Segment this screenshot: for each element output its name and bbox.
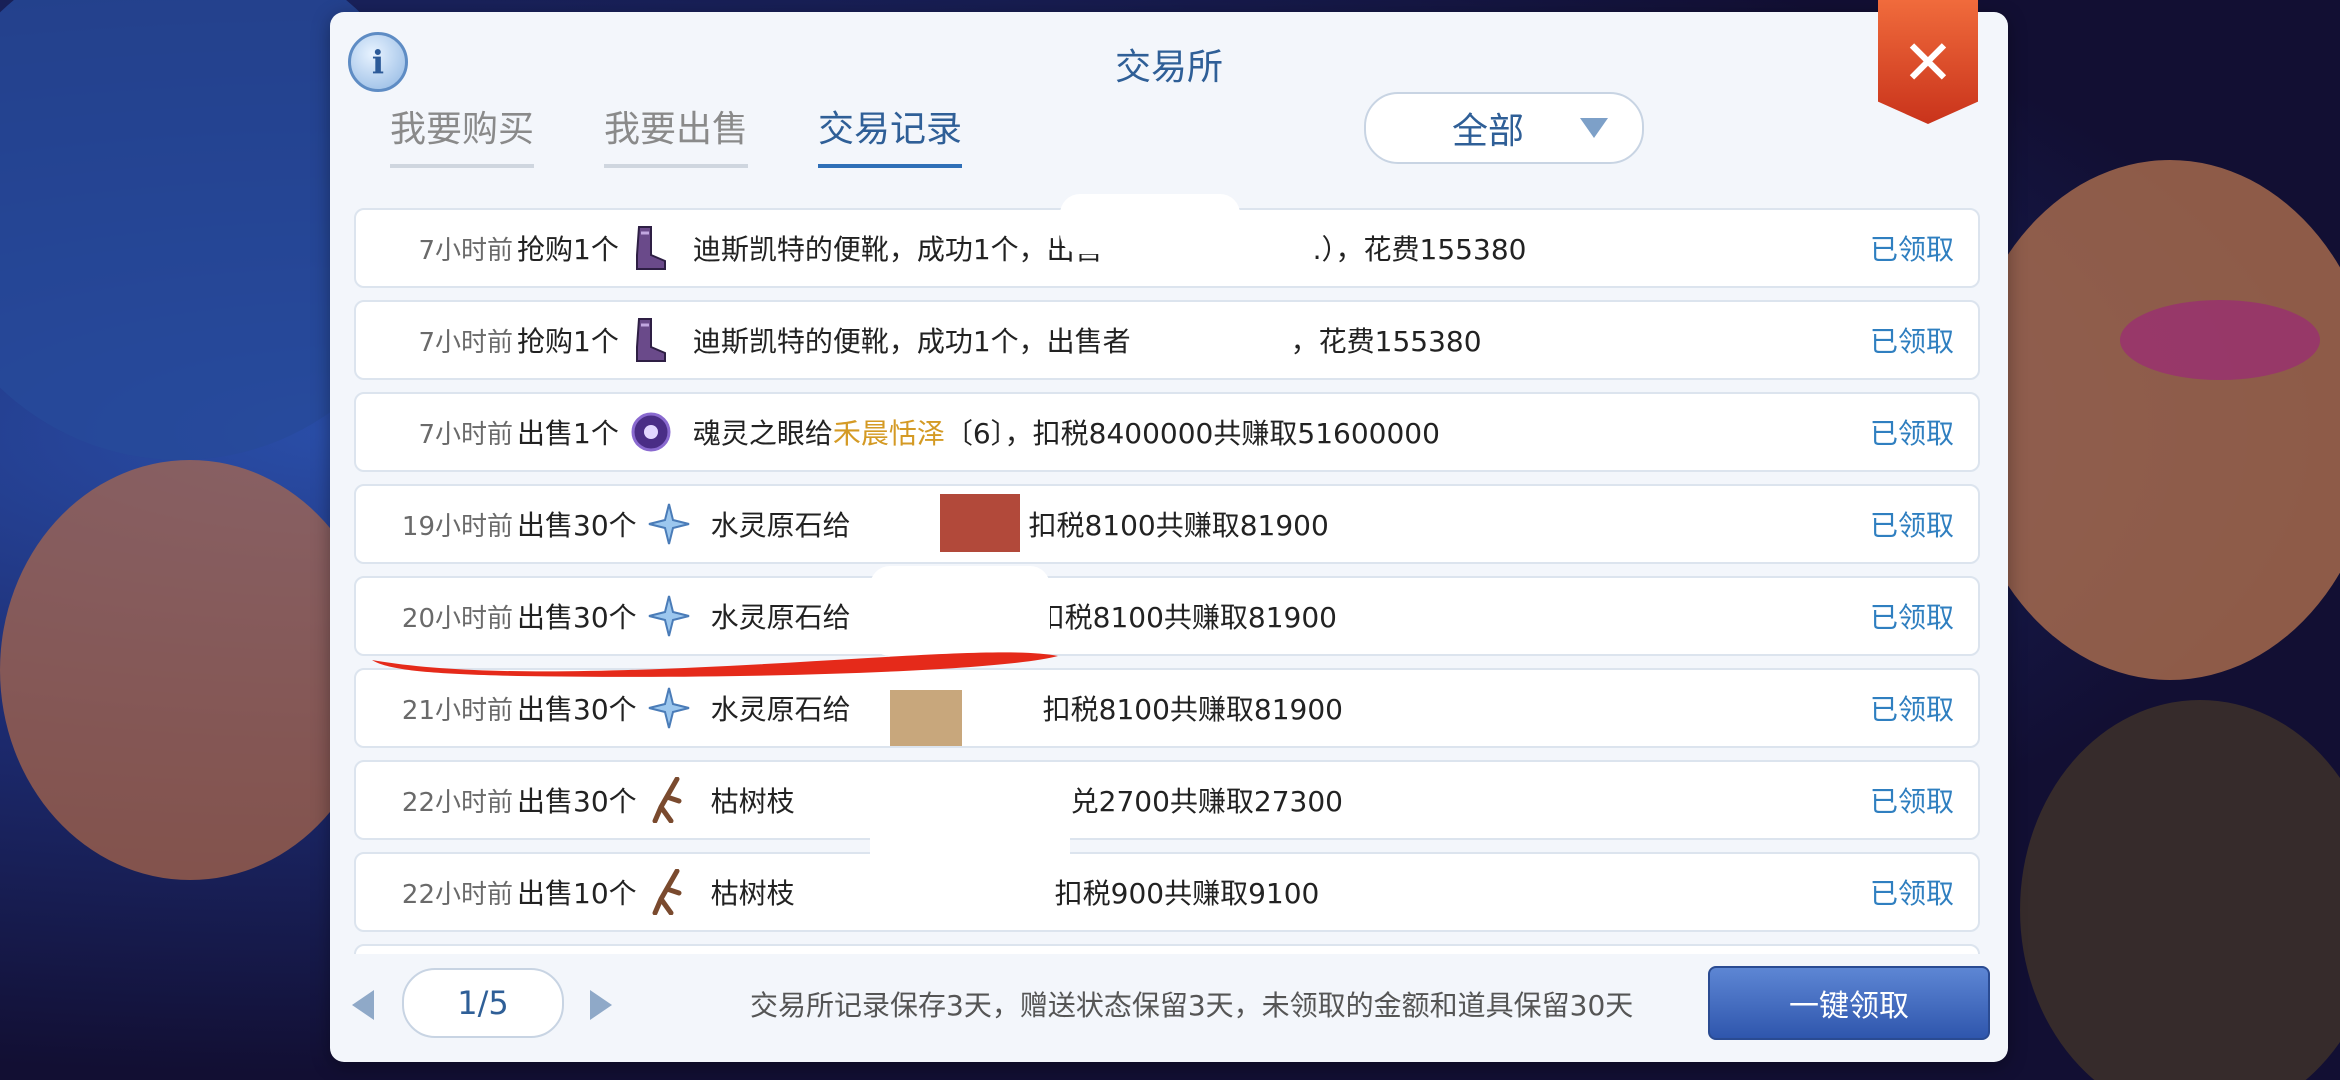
record-action: 抢购1个 <box>517 233 619 266</box>
record-message: 水灵原石给 <box>710 509 851 542</box>
redaction-mark <box>1060 194 1240 254</box>
tab-bar: 我要购买 我要出售 交易记录 <box>390 100 963 168</box>
record-message: 迪斯凯特的便靴，成功1个，出售者 <box>692 325 1131 358</box>
dialog-title: 交易所 <box>1114 47 1223 88</box>
record-message: 迪斯凯特的便靴，成功1个，出售 <box>692 233 1103 266</box>
record-action: 出售10个 <box>517 877 637 910</box>
buyer-name[interactable]: 禾晨恬泽 <box>833 412 945 452</box>
next-page-icon[interactable] <box>590 990 612 1020</box>
filter-value: 全部 <box>1451 111 1524 152</box>
redaction-mark <box>940 494 1020 552</box>
list-item: 19小时前 出售30个 水灵原石给 1〕，扣税8100共赚取81900 已领取 <box>354 484 1980 564</box>
claim-status: 已领取 <box>1869 693 1954 726</box>
soul-eye-icon <box>627 408 675 456</box>
record-time: 7小时前 <box>418 327 513 358</box>
list-item: 7小时前 抢购1个 迪斯凯特的便靴，成功1个，出售者 ，花费155380 已领取 <box>354 300 1980 380</box>
tab-sell[interactable]: 我要出售 <box>604 100 749 168</box>
redaction-mark <box>890 690 962 746</box>
ice-crystal-icon <box>645 500 693 548</box>
claim-status: 已领取 <box>1869 785 1954 818</box>
record-message-tail: .），花费155380 <box>1312 233 1527 266</box>
record-message-tail: 扣税8100共赚取81900 <box>1036 601 1337 634</box>
record-message: 枯树枝 <box>710 785 795 818</box>
record-message: 水灵原石给 <box>710 693 851 726</box>
branch-icon <box>645 776 693 824</box>
redaction-mark <box>870 764 1070 874</box>
record-time: 22小时前 <box>401 879 513 910</box>
list-item: 22小时前 出售30个 枯树枝 兑2700共赚取27300 已领取 <box>354 760 1980 840</box>
record-action: 出售1个 <box>517 417 619 450</box>
retention-note: 交易所记录保存3天，赠送状态保留3天，未领取的金额和道具保留30天 <box>750 989 1634 1022</box>
record-time: 7小时前 <box>418 235 513 266</box>
record-message-tail: 扣税900共赚取9100 <box>1054 877 1320 910</box>
record-message: 枯树枝 <box>710 877 795 910</box>
list-item: 22小时前 出售10个 枯树枝 扣税900共赚取9100 已领取 <box>354 852 1980 932</box>
list-item: 7小时前 出售1个 魂灵之眼给 禾晨恬泽 〔6〕，扣税8400000共赚取516… <box>354 392 1980 472</box>
boots-icon <box>627 316 675 364</box>
filter-dropdown[interactable]: 全部 <box>1364 92 1644 164</box>
trade-record-list[interactable]: 7小时前 抢购1个 迪斯凯特的便靴，成功1个，出售 .），花费155380 已领… <box>350 194 1980 954</box>
record-time: 21小时前 <box>401 695 513 726</box>
close-icon: ✕ <box>1902 25 1954 99</box>
claim-status: 已领取 <box>1869 417 1954 450</box>
close-button[interactable]: ✕ <box>1878 0 1978 124</box>
record-message-tail: ，花费155380 <box>1290 325 1482 358</box>
list-item <box>354 944 1980 954</box>
claim-status: 已领取 <box>1869 325 1954 358</box>
red-scribble-mark <box>372 652 1058 677</box>
record-action: 抢购1个 <box>517 325 619 358</box>
record-time: 7小时前 <box>418 419 513 450</box>
ice-crystal-icon <box>645 684 693 732</box>
claim-status: 已领取 <box>1869 877 1954 910</box>
branch-icon <box>645 868 693 916</box>
record-time: 19小时前 <box>401 511 513 542</box>
record-message-tail: 兑2700共赚取27300 <box>1070 785 1343 818</box>
claim-all-button[interactable]: 一键领取 <box>1708 966 1990 1040</box>
tab-trade-records[interactable]: 交易记录 <box>818 100 963 168</box>
trade-exchange-dialog: i 交易所 ✕ 我要购买 我要出售 交易记录 全部 7小时前 抢购1个 迪斯凯特… <box>330 0 2008 1062</box>
tab-buy[interactable]: 我要购买 <box>390 100 535 168</box>
chevron-down-icon <box>1580 118 1608 138</box>
claim-status: 已领取 <box>1869 233 1954 266</box>
record-action: 出售30个 <box>517 693 637 726</box>
record-message: 魂灵之眼给 <box>692 417 833 450</box>
record-action: 出售30个 <box>517 509 637 542</box>
claim-status: 已领取 <box>1869 509 1954 542</box>
boots-icon <box>627 224 675 272</box>
previous-page-icon[interactable] <box>352 990 374 1020</box>
claim-status: 已领取 <box>1869 601 1954 634</box>
record-message-tail: 〔6〕，扣税8400000共赚取51600000 <box>944 417 1440 450</box>
record-time: 22小时前 <box>401 787 513 818</box>
record-action: 出售30个 <box>517 785 637 818</box>
record-message-tail: 1〕，扣税8100共赚取81900 <box>968 509 1329 542</box>
record-message-tail: 扣税8100共赚取81900 <box>1042 693 1343 726</box>
record-time: 20小时前 <box>401 603 513 634</box>
page-indicator: 1/5 <box>402 968 564 1038</box>
